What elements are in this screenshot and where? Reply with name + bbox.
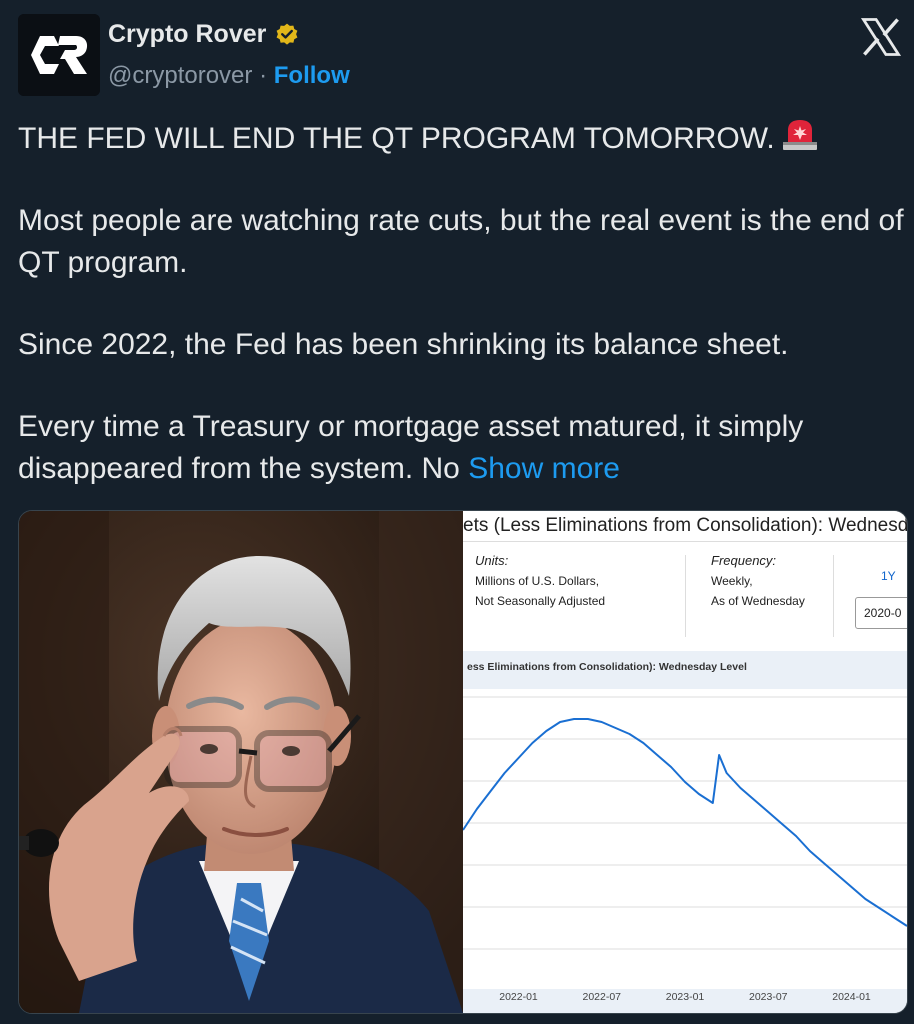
frequency-label: Frequency: [711, 553, 777, 568]
meta-divider [833, 555, 834, 637]
range-1y-button[interactable]: 1Y [881, 569, 896, 583]
units-block: Units: Millions of U.S. Dollars, Not Sea… [475, 551, 605, 611]
frequency-line-1: Weekly, [711, 574, 753, 588]
photo-fed-chair[interactable] [19, 511, 463, 1013]
siren-emoji-icon [782, 120, 817, 150]
units-label: Units: [475, 553, 509, 568]
chart-plot [463, 689, 907, 992]
x-tick-label: 2024-01 [832, 991, 871, 1003]
frequency-line-2: As of Wednesday [711, 594, 805, 608]
avatar[interactable] [18, 14, 100, 96]
author-block: Crypto Rover [108, 20, 300, 49]
x-logo-icon[interactable] [860, 16, 902, 58]
tweet-text: THE FED WILL END THE QT PROGRAM TOMORROW… [18, 118, 908, 490]
tweet-paragraph: THE FED WILL END THE QT PROGRAM TOMORROW… [18, 118, 908, 160]
separator-dot: · [259, 62, 268, 89]
chart-title: ess Eliminations from Consolidation): We… [467, 661, 747, 673]
tweet-paragraph: Since 2022, the Fed has been shrinking i… [18, 328, 789, 361]
fred-chart-area: ess Eliminations from Consolidation): We… [463, 651, 907, 1013]
start-date-input[interactable]: 2020-0 [855, 597, 907, 629]
line-chart-svg [463, 696, 907, 992]
show-more-link[interactable]: Show more [468, 452, 620, 485]
crypto-rover-logo-icon [18, 14, 100, 96]
units-line-1: Millions of U.S. Dollars, [475, 574, 600, 588]
frequency-block: Frequency: Weekly, As of Wednesday [711, 551, 805, 611]
handle-row: @cryptorover · Follow [108, 62, 350, 90]
tweet-paragraph: Most people are watching rate cuts, but … [18, 204, 904, 279]
tweet-paragraph: Every time a Treasury or mortgage asset … [18, 410, 804, 485]
author-name[interactable]: Crypto Rover [108, 20, 266, 49]
x-tick-label: 2023-01 [665, 991, 705, 1003]
verified-badge-icon [276, 23, 298, 45]
author-handle[interactable]: @cryptorover [108, 62, 252, 89]
x-tick-label: 2022-07 [582, 991, 622, 1003]
x-tick-label: 2022-01 [499, 991, 538, 1003]
fred-chart-panel[interactable]: ets (Less Eliminations from Consolidatio… [463, 511, 907, 1013]
x-tick-label: 2023-07 [748, 991, 788, 1003]
follow-button[interactable]: Follow [274, 62, 350, 89]
tweet-media[interactable]: ets (Less Eliminations from Consolidatio… [18, 510, 908, 1014]
units-line-2: Not Seasonally Adjusted [475, 594, 606, 608]
fred-series-title: ets (Less Eliminations from Consolidatio… [463, 511, 907, 542]
meta-divider [685, 555, 686, 637]
